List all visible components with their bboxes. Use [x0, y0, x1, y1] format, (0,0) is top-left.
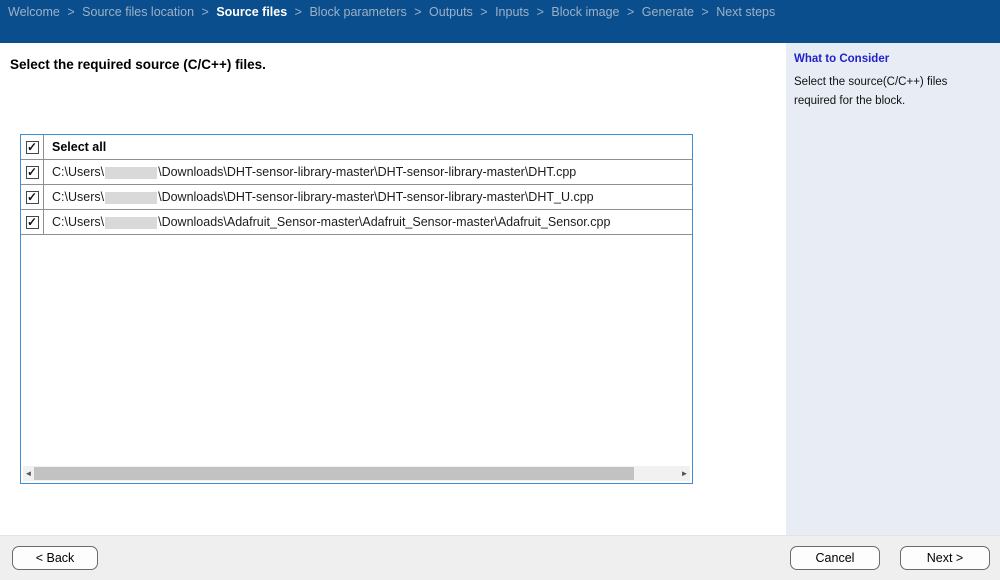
breadcrumb-item-welcome[interactable]: Welcome: [8, 5, 60, 19]
breadcrumb-separator: >: [294, 5, 302, 19]
row-checkbox-cell: ✓: [21, 160, 44, 184]
source-files-table: ✓ Select all ✓ C:\Users\ \Downloads\DHT-s…: [20, 134, 693, 484]
redacted-username: [105, 216, 158, 229]
file-path: C:\Users\ \Downloads\DHT-sensor-library-m…: [44, 165, 576, 179]
table-row-dht-u-cpp[interactable]: ✓ C:\Users\ \Downloads\DHT-sensor-library…: [21, 185, 692, 210]
breadcrumb-separator: >: [414, 5, 422, 19]
main-panel: Select the required source (C/C++) files…: [0, 43, 786, 535]
file-path: C:\Users\ \Downloads\Adafruit_Sensor-mast…: [44, 215, 610, 229]
file-path-prefix: C:\Users\: [52, 215, 105, 229]
row-checkbox[interactable]: ✓: [25, 165, 39, 179]
row-checkbox-cell: ✓: [21, 210, 44, 234]
breadcrumb-item-source-files[interactable]: Source files: [216, 5, 287, 19]
breadcrumb-separator: >: [201, 5, 209, 19]
file-path-suffix: \Downloads\DHT-sensor-library-master\DHT…: [158, 190, 594, 204]
select-all-checkbox[interactable]: ✓: [25, 140, 39, 154]
breadcrumb-item-block-image[interactable]: Block image: [551, 5, 619, 19]
file-path: C:\Users\ \Downloads\DHT-sensor-library-m…: [44, 190, 594, 204]
footer-bar: < Back Cancel Next >: [0, 535, 1000, 580]
scrollbar-thumb[interactable]: [34, 467, 634, 480]
select-all-row[interactable]: ✓ Select all: [21, 135, 692, 160]
breadcrumb-separator: >: [536, 5, 544, 19]
file-path-prefix: C:\Users\: [52, 190, 105, 204]
horizontal-scrollbar[interactable]: ◄ ►: [23, 466, 690, 481]
file-path-suffix: \Downloads\DHT-sensor-library-master\DHT…: [158, 165, 577, 179]
breadcrumb-item-next-steps[interactable]: Next steps: [716, 5, 775, 19]
breadcrumb-item-generate[interactable]: Generate: [642, 5, 694, 19]
breadcrumb-item-outputs[interactable]: Outputs: [429, 5, 473, 19]
breadcrumb-item-inputs[interactable]: Inputs: [495, 5, 529, 19]
select-all-label: Select all: [52, 140, 107, 154]
breadcrumb: Welcome > Source files location > Source…: [0, 0, 1000, 19]
scroll-left-icon[interactable]: ◄: [23, 466, 34, 481]
redacted-username: [105, 191, 158, 204]
file-path-suffix: \Downloads\Adafruit_Sensor-master\Adafru…: [158, 215, 611, 229]
select-all-checkbox-cell: ✓: [21, 135, 44, 159]
scrollbar-track[interactable]: [34, 467, 679, 480]
back-button[interactable]: < Back: [12, 546, 98, 570]
row-checkbox[interactable]: ✓: [25, 190, 39, 204]
wizard-window: Welcome > Source files location > Source…: [0, 0, 1000, 580]
table-row-dht-cpp[interactable]: ✓ C:\Users\ \Downloads\DHT-sensor-library…: [21, 160, 692, 185]
breadcrumb-item-block-parameters[interactable]: Block parameters: [309, 5, 406, 19]
help-sidebar: What to Consider Select the source(C/C++…: [786, 43, 1000, 535]
page-title: Select the required source (C/C++) files…: [10, 57, 266, 72]
breadcrumb-separator: >: [480, 5, 488, 19]
scroll-right-icon[interactable]: ►: [679, 466, 690, 481]
help-sidebar-title: What to Consider: [794, 53, 890, 65]
breadcrumb-separator: >: [701, 5, 709, 19]
help-sidebar-text: Select the source(C/C++) files required …: [794, 76, 948, 107]
cancel-button[interactable]: Cancel: [790, 546, 880, 570]
redacted-username: [105, 166, 158, 179]
file-path-prefix: C:\Users\: [52, 165, 105, 179]
table-row-adafruit-sensor-cpp[interactable]: ✓ C:\Users\ \Downloads\Adafruit_Sensor-ma…: [21, 210, 692, 235]
next-button[interactable]: Next >: [900, 546, 990, 570]
row-checkbox[interactable]: ✓: [25, 215, 39, 229]
breadcrumb-item-source-files-location[interactable]: Source files location: [82, 5, 194, 19]
wizard-header: Welcome > Source files location > Source…: [0, 0, 1000, 43]
row-checkbox-cell: ✓: [21, 185, 44, 209]
breadcrumb-separator: >: [627, 5, 635, 19]
breadcrumb-separator: >: [67, 5, 75, 19]
